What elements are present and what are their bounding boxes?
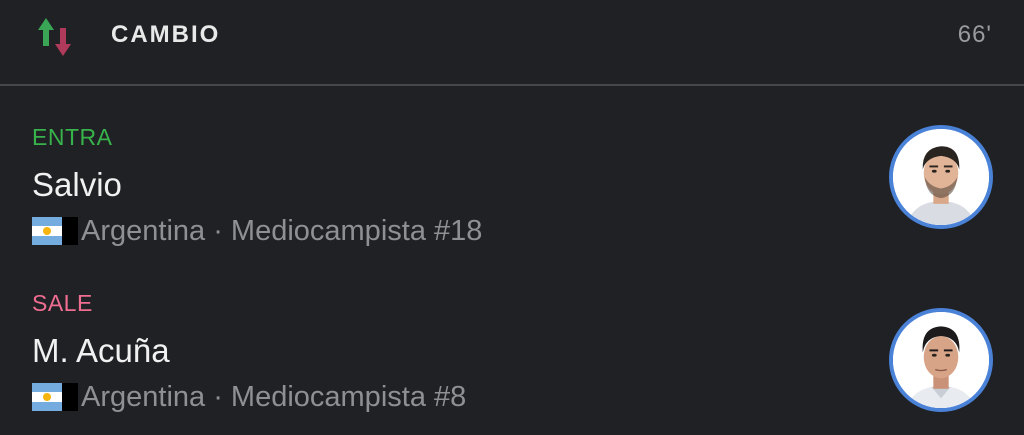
player-in-role: ENTRA (32, 124, 113, 150)
event-minute: 66' (957, 21, 992, 48)
player-out-avatar[interactable] (889, 308, 993, 412)
player-in-avatar[interactable] (889, 125, 993, 229)
event-header: CAMBIO 66' (0, 0, 1024, 86)
player-out-country-position: Argentina · Mediocampista #8 (81, 381, 467, 413)
substitution-card: CAMBIO 66' ENTRA Salvio Argentina · Medi… (0, 0, 1024, 435)
player-photo-icon (893, 312, 989, 408)
player-in-meta: Argentina · Mediocampista #18 (32, 214, 482, 248)
player-out-name: M. Acuña (32, 332, 170, 369)
player-in-name: Salvio (32, 166, 122, 203)
player-out-meta: Argentina · Mediocampista #8 (32, 380, 466, 414)
player-out-role: SALE (32, 290, 93, 316)
player-photo-icon (893, 129, 989, 225)
argentina-flag-icon (32, 217, 78, 245)
player-in-country-position: Argentina · Mediocampista #18 (81, 215, 483, 247)
player-in-row[interactable]: ENTRA Salvio Argentina · Mediocampista #… (0, 116, 1024, 266)
player-out-row[interactable]: SALE M. Acuña Argentina · Mediocampista … (0, 282, 1024, 432)
substitution-arrows-icon (38, 18, 71, 56)
event-title: CAMBIO (111, 21, 221, 48)
argentina-flag-icon (32, 383, 78, 411)
